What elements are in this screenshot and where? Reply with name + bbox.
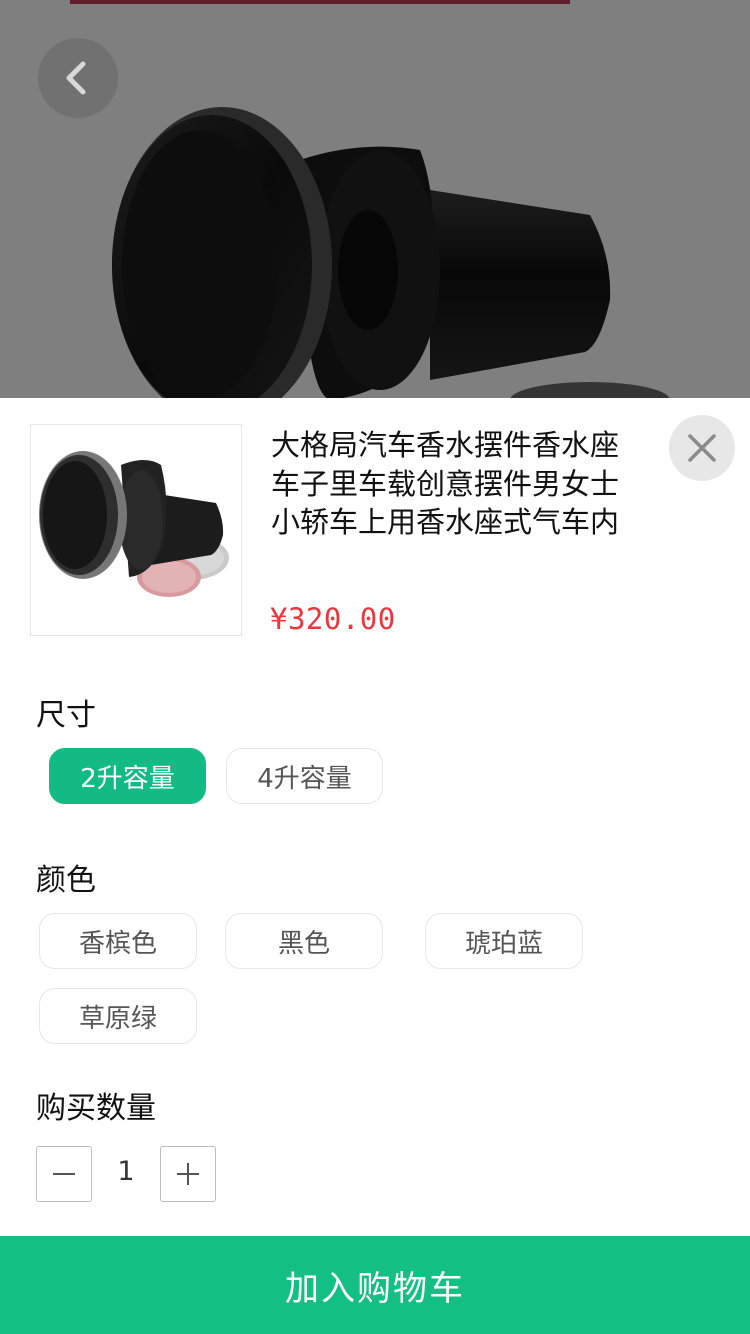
color-option-amber-blue[interactable]: 琥珀蓝 — [425, 913, 583, 969]
color-option-black[interactable]: 黑色 — [225, 913, 383, 969]
product-page-background — [0, 0, 750, 400]
product-price: ¥320.00 — [270, 602, 396, 636]
plus-icon — [177, 1163, 199, 1185]
add-to-cart-button[interactable]: 加入购物车 — [0, 1236, 750, 1334]
product-title: 大格局汽车香水摆件香水座车子里车载创意摆件男女士小轿车上用香水座式气车内 — [271, 428, 620, 539]
color-option-champagne[interactable]: 香槟色 — [39, 913, 197, 969]
chevron-left-icon — [66, 61, 86, 95]
close-button[interactable] — [669, 415, 735, 481]
quantity-increase-button[interactable] — [160, 1146, 216, 1202]
color-label: 颜色 — [36, 863, 96, 898]
back-button[interactable] — [38, 38, 118, 118]
size-option-2l[interactable]: 2升容量 — [49, 748, 206, 804]
product-thumbnail — [30, 424, 242, 636]
sku-selector-sheet: 大格局汽车香水摆件香水座车子里车载创意摆件男女士小轿车上用香水座式气车内 ¥32… — [0, 398, 750, 1334]
quantity-value[interactable]: 1 — [92, 1156, 160, 1187]
quantity-label: 购买数量 — [36, 1091, 156, 1126]
size-option-4l[interactable]: 4升容量 — [226, 748, 383, 804]
close-icon — [688, 434, 716, 462]
color-option-grass-green[interactable]: 草原绿 — [39, 988, 197, 1044]
minus-icon — [53, 1173, 75, 1175]
quantity-decrease-button[interactable] — [36, 1146, 92, 1202]
size-label: 尺寸 — [36, 698, 96, 733]
